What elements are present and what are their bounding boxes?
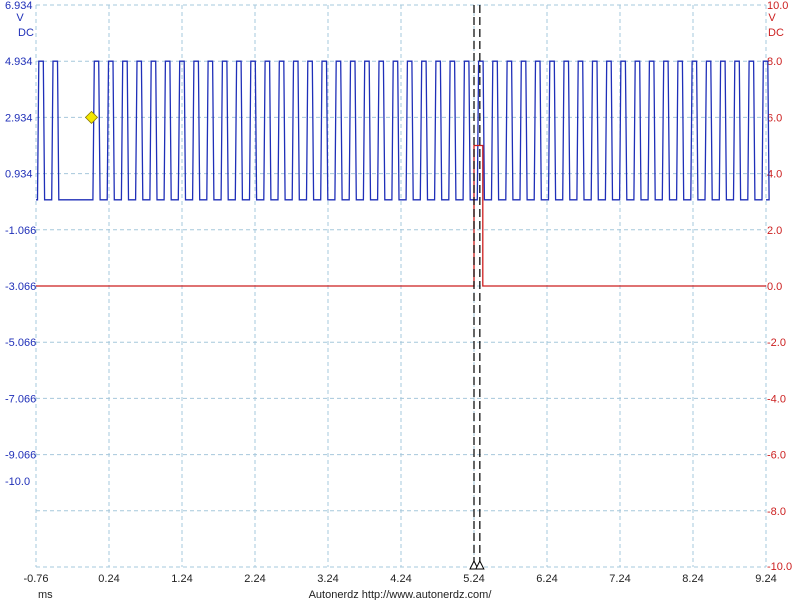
x-axis-ticks: -0.76 0.24 1.24 2.24 3.24 4.24 5.24 6.24 7.24 8.2… <box>23 573 776 585</box>
right-tick-label: -8.0 <box>767 506 786 518</box>
right-unit-top: V <box>768 12 776 24</box>
right-tick-label: -6.0 <box>767 450 786 462</box>
right-axis-ticks: 10.08.06.04.02.00.0-2.0-4.0-6.0-8.0-10.0 <box>767 0 792 573</box>
left-tick-label: -3.066 <box>5 281 36 293</box>
x-tick-label: 0.24 <box>98 573 119 585</box>
left-tick-label: 2.934 <box>5 112 33 124</box>
x-tick-label: 3.24 <box>317 573 338 585</box>
x-tick-label: 7.24 <box>609 573 630 585</box>
left-tick-label: -1.066 <box>5 225 36 237</box>
x-tick-label: 8.24 <box>682 573 703 585</box>
right-tick-label: 0.0 <box>767 281 782 293</box>
left-tick-label: -9.066 <box>5 450 36 462</box>
x-tick-label: 6.24 <box>536 573 557 585</box>
x-tick-label: 5.24 <box>463 573 484 585</box>
right-tick-label: 8.0 <box>767 56 782 68</box>
oscilloscope-chart: 6.934 4.934 2.934 0.934 -1.066 -3.066 -5.066 -7… <box>5 0 792 600</box>
time-cursors <box>469 5 485 570</box>
x-tick-label: 9.24 <box>755 573 776 585</box>
right-tick-label: -2.0 <box>767 337 786 349</box>
right-unit-bottom: DC <box>768 27 784 39</box>
left-tick-label: 6.934 <box>5 0 33 12</box>
left-tick-label: -7.066 <box>5 393 36 405</box>
right-tick-label: -4.0 <box>767 393 786 405</box>
left-unit-top: V <box>16 12 24 24</box>
right-tick-label: -10.0 <box>767 561 792 573</box>
left-tick-label: -5.066 <box>5 337 36 349</box>
x-tick-label: 4.24 <box>390 573 411 585</box>
channel-1-trace <box>36 60 770 201</box>
left-tick-label: -10.0 <box>5 476 30 488</box>
trigger-marker <box>84 110 99 124</box>
left-axis-ticks: 6.934 4.934 2.934 0.934 -1.066 -3.066 -5.066 -7… <box>5 0 36 488</box>
left-unit-bottom: DC <box>18 27 34 39</box>
x-unit-label: ms <box>38 589 53 600</box>
right-tick-label: 6.0 <box>767 112 782 124</box>
footer-credit: Autonerdz http://www.autonerdz.com/ <box>309 589 493 600</box>
right-tick-label: 2.0 <box>767 225 782 237</box>
x-tick-label: 1.24 <box>171 573 192 585</box>
x-tick-label: -0.76 <box>23 573 48 585</box>
cursor-handle <box>475 559 485 570</box>
right-tick-label: 10.0 <box>767 0 788 12</box>
left-tick-label: 4.934 <box>5 56 33 68</box>
x-tick-label: 2.24 <box>244 573 265 585</box>
left-tick-label: 0.934 <box>5 169 33 181</box>
